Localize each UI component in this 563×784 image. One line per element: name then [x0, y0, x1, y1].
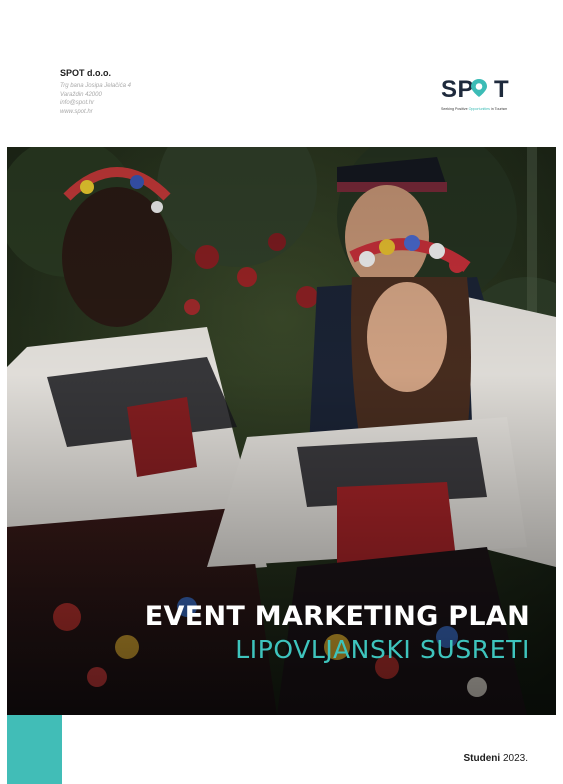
cover-photo: EVENT MARKETING PLAN LIPOVLJANSKI SUSRET…: [7, 147, 556, 715]
company-name: SPOT d.o.o.: [60, 68, 111, 78]
cover-subtitle: LIPOVLJANSKI SUSRETI: [235, 635, 530, 664]
cover-title: EVENT MARKETING PLAN: [144, 601, 530, 632]
publication-date: Studeni 2023.: [464, 753, 528, 764]
company-city: Varaždin 42000: [60, 91, 102, 98]
logo-tagline: Seeking Positive Opportunities in Touris…: [441, 107, 508, 111]
company-address: Trg bana Josipa Jelačića 4: [60, 83, 131, 89]
company-website: www.spot.hr: [60, 108, 93, 115]
company-info: SPOT d.o.o. Trg bana Josipa Jelačića 4 V…: [60, 68, 260, 116]
date-month: Studeni: [463, 753, 501, 764]
spot-logo: SP T Seeking Positive Opportunities in To…: [441, 76, 531, 116]
map-pin-icon: [471, 79, 487, 97]
company-email: info@spot.hr: [60, 100, 95, 106]
accent-block: [7, 715, 62, 784]
date-year: 2023.: [502, 753, 528, 764]
